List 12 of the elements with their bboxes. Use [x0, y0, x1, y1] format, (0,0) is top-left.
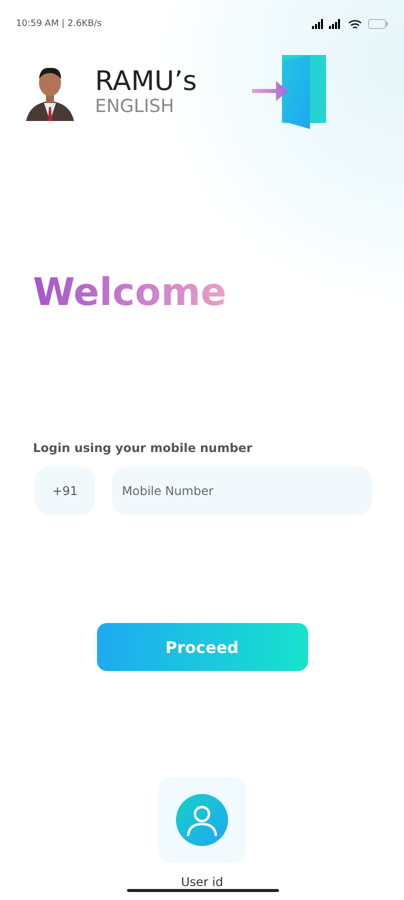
country-code-field[interactable]: +91 [35, 467, 95, 515]
brand-subtitle: ENGLISH [95, 97, 176, 117]
brand-title: RAMU’s [95, 67, 197, 97]
user-icon [176, 794, 228, 846]
user-id-button[interactable] [158, 777, 246, 863]
login-label: Login using your mobile number [33, 441, 254, 455]
mobile-number-field[interactable]: Mobile Number [112, 467, 372, 515]
battery-icon [368, 19, 388, 29]
user-id-label: User id [180, 875, 224, 889]
signal-icon [312, 19, 342, 29]
status-time: 10:59 AM | 2.6KB/s [16, 19, 102, 29]
wifi-icon [348, 18, 362, 30]
